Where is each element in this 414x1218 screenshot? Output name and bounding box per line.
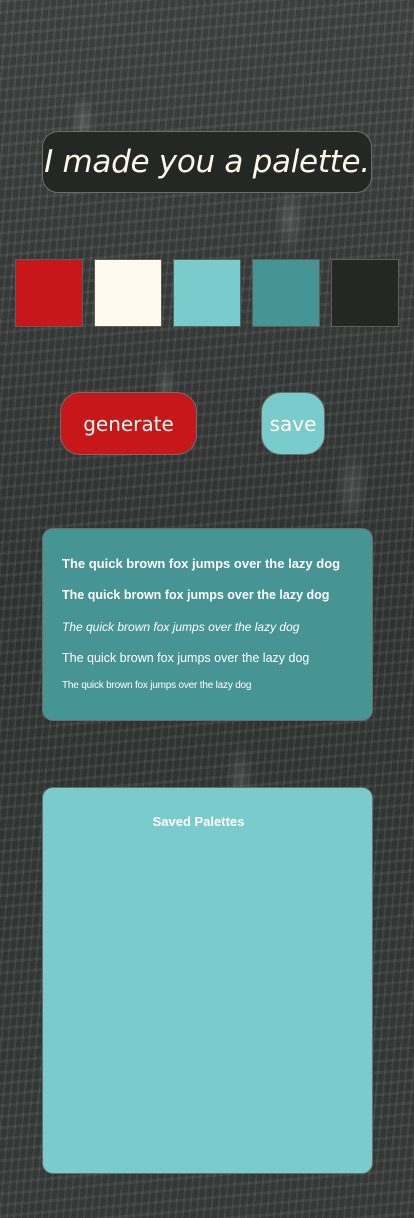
font-sample-small: The quick brown fox jumps over the lazy … <box>62 680 252 691</box>
font-sample-bold: The quick brown fox jumps over the lazy … <box>62 588 330 602</box>
font-sample-italic: The quick brown fox jumps over the lazy … <box>62 620 300 634</box>
swatch-dark[interactable] <box>331 259 399 327</box>
palette-swatches <box>15 259 401 327</box>
swatch-red[interactable] <box>15 259 83 327</box>
save-button[interactable]: save <box>261 392 325 455</box>
title-banner: I made you a palette. <box>42 131 372 193</box>
page-title: I made you a palette. <box>44 144 370 180</box>
font-sample-regular: The quick brown fox jumps over the lazy … <box>62 651 310 665</box>
saved-palettes-title: Saved Palettes <box>152 814 245 829</box>
swatch-light-teal[interactable] <box>173 259 241 327</box>
generate-button[interactable]: generate <box>60 392 197 455</box>
saved-palettes-panel: Saved Palettes <box>42 787 373 1174</box>
swatch-cream[interactable] <box>94 259 162 327</box>
font-sample-panel: The quick brown fox jumps over the lazy … <box>42 528 373 721</box>
font-sample-bold-large: The quick brown fox jumps over the lazy … <box>62 556 341 571</box>
swatch-teal[interactable] <box>252 259 320 327</box>
